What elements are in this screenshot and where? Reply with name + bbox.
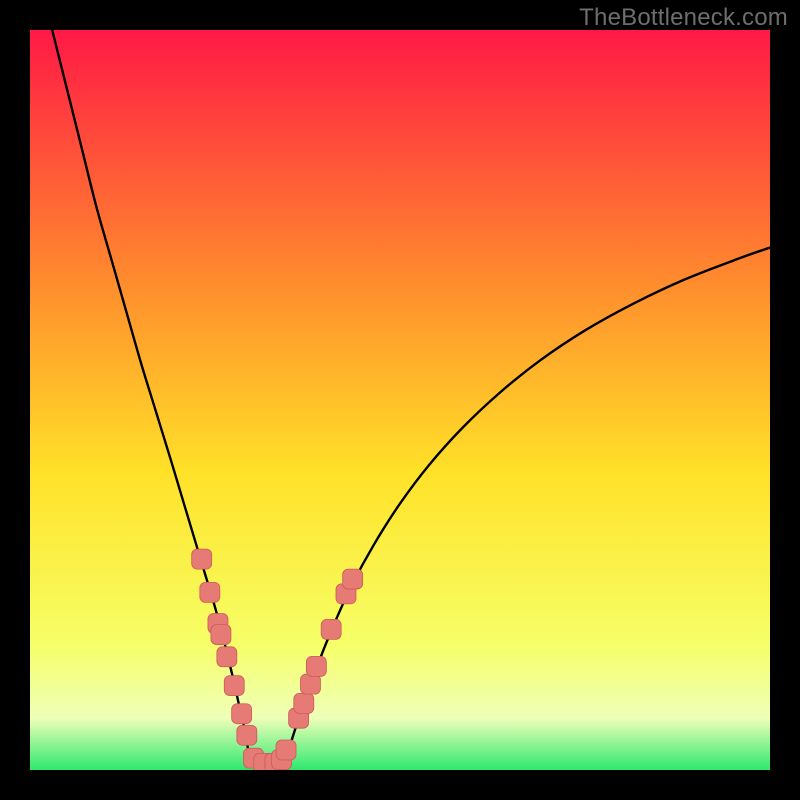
- data-marker: [321, 619, 341, 639]
- chart-svg: [30, 30, 770, 770]
- data-marker: [306, 656, 326, 676]
- data-marker: [200, 582, 220, 602]
- data-marker: [217, 647, 237, 667]
- watermark-text: TheBottleneck.com: [579, 4, 788, 32]
- data-marker: [224, 676, 244, 696]
- chart-plot-area: [30, 30, 770, 770]
- data-marker: [192, 549, 212, 569]
- data-marker: [343, 569, 363, 589]
- data-marker: [294, 693, 314, 713]
- data-marker: [300, 674, 320, 694]
- data-marker: [237, 725, 257, 745]
- data-marker: [211, 625, 231, 645]
- data-marker: [232, 704, 252, 724]
- chart-frame: TheBottleneck.com: [0, 0, 800, 800]
- data-marker: [276, 740, 296, 760]
- gradient-background: [30, 30, 770, 770]
